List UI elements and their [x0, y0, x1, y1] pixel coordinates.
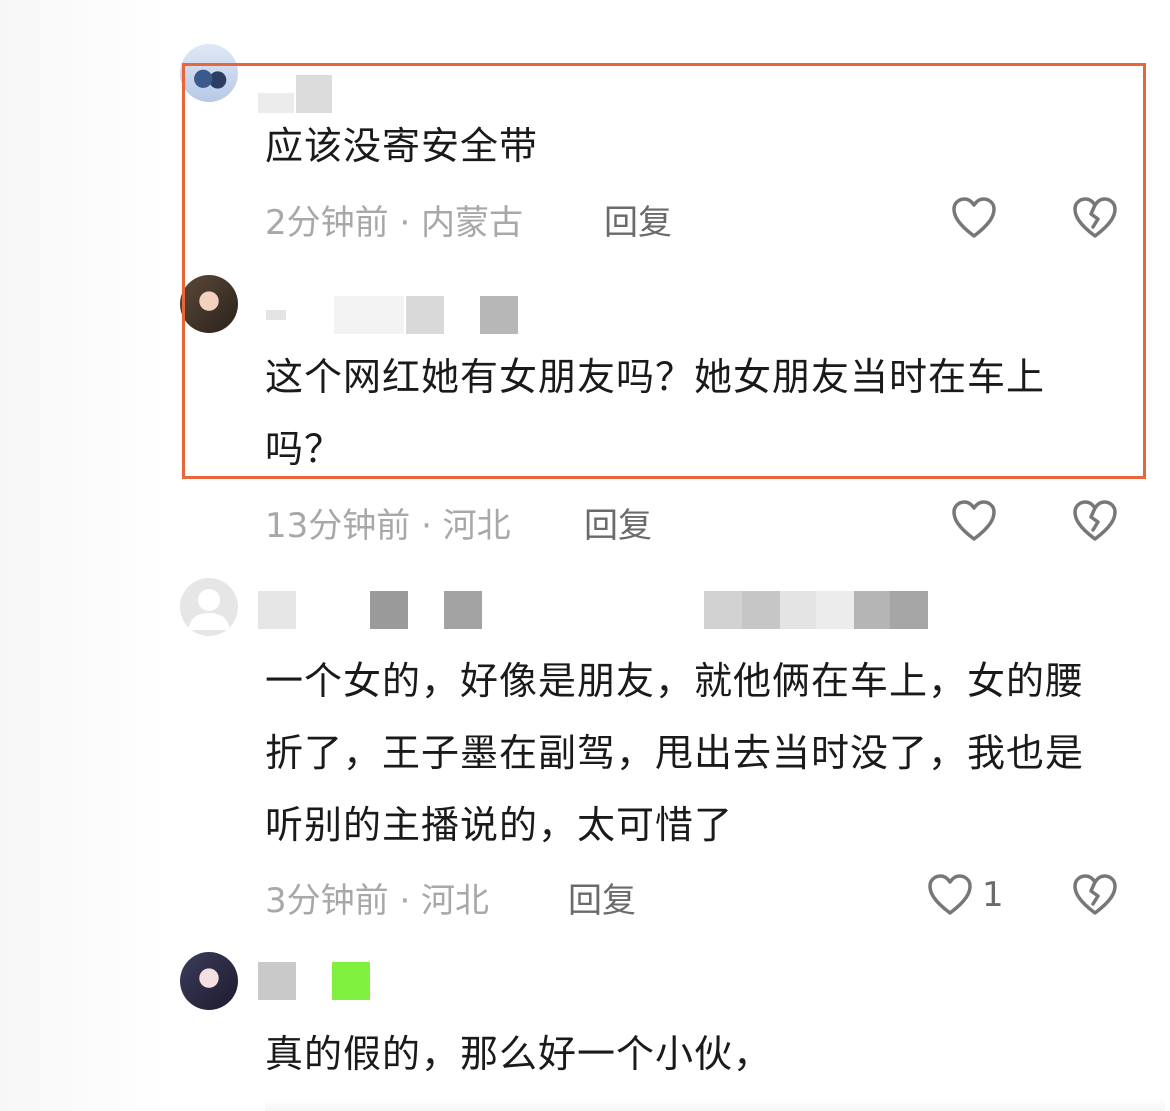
like-button[interactable] [950, 497, 1006, 545]
default-user-icon [188, 589, 230, 630]
heart-outline-icon [952, 500, 996, 541]
reply-button[interactable]: 回复 [584, 498, 652, 547]
background-fade [0, 0, 170, 1111]
username-blurred[interactable] [258, 591, 928, 631]
dislike-button[interactable] [1071, 871, 1119, 919]
reply-button[interactable]: 回复 [568, 873, 636, 922]
comment-meta: 3分钟前 · 河北 [265, 881, 490, 921]
heart-outline-icon [928, 874, 972, 915]
highlight-box [182, 63, 1146, 479]
comment-text: 真的假的，那么好一个小伙， [265, 1032, 773, 1076]
username-blurred[interactable] [258, 962, 378, 1002]
broken-heart-icon [1073, 874, 1117, 915]
comment-meta: 13分钟前 · 河北 [265, 506, 511, 546]
avatar[interactable] [180, 952, 238, 1010]
like-count: 1 [982, 875, 1004, 915]
next-row-fragment [265, 1100, 1165, 1111]
comment-text: 一个女的，好像是朋友，就他俩在车上，女的腰折了，王子墨在副驾，甩出去当时没了，我… [265, 659, 1085, 847]
avatar[interactable] [180, 578, 238, 636]
like-button[interactable]: 1 [926, 871, 1004, 919]
broken-heart-icon [1073, 500, 1117, 541]
dislike-button[interactable] [1071, 497, 1119, 545]
